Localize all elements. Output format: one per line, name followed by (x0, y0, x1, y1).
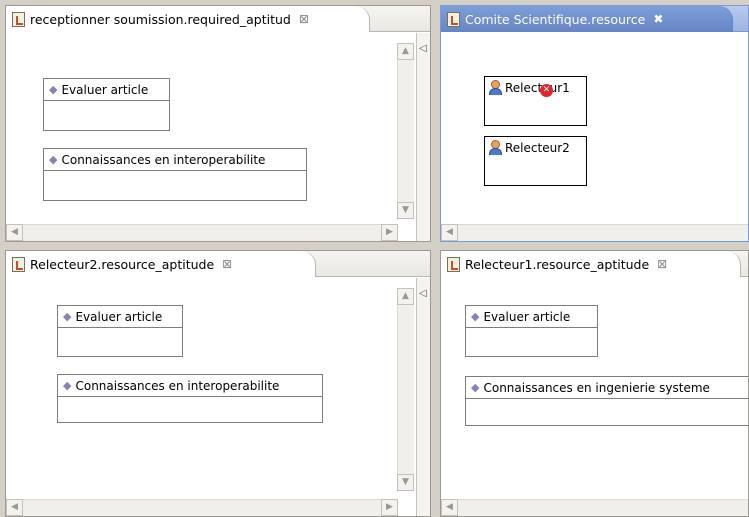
resource-label: Relecteur2 (505, 140, 570, 155)
aptitude-box-connaissances[interactable]: ◆ Connaissances en interoperabilite (57, 374, 323, 423)
diagram-canvas[interactable]: ◆ Evaluer article ◆ Connaissances en ing… (441, 278, 748, 516)
aptitude-box-evaluer-article[interactable]: ◆ Evaluer article (57, 305, 183, 357)
aptitude-label: Connaissances en interoperabilite (75, 378, 280, 393)
tab-label: receptionner soumission.required_aptitud (30, 11, 291, 27)
error-icon: ✕ (540, 84, 553, 97)
close-icon[interactable]: ✖ (653, 12, 663, 26)
aptitude-box-connaissances[interactable]: ◆ Connaissances en ingenierie systeme (465, 376, 748, 426)
side-ruler[interactable]: ◁ (416, 278, 430, 516)
diagram-canvas[interactable]: Relecteur1 ✕ Relecteur2 ◀ (441, 33, 748, 241)
aptitude-box-evaluer-article[interactable]: ◆ Evaluer article (43, 78, 170, 131)
scroll-left-icon[interactable]: ◀ (6, 224, 23, 241)
resource-label: Relecteur1 (505, 80, 570, 95)
person-icon (488, 80, 502, 95)
aptitude-box-header: ◆ Connaissances en interoperabilite (44, 149, 306, 171)
diagram-canvas[interactable]: ◆ Evaluer article ◆ Connaissances en int… (6, 33, 430, 241)
collapse-left-icon[interactable]: ◁ (419, 288, 427, 299)
diamond-icon: ◆ (49, 153, 58, 166)
diamond-icon: ◆ (471, 310, 480, 323)
aptitude-box-connaissances[interactable]: ◆ Connaissances en interoperabilite (43, 148, 307, 201)
diagram-canvas[interactable]: ◆ Evaluer article ◆ Connaissances en int… (6, 278, 430, 516)
close-icon[interactable]: ⊠ (299, 12, 309, 26)
resource-box-relecteur2[interactable]: Relecteur2 (484, 136, 587, 186)
scroll-left-icon[interactable]: ◀ (441, 224, 458, 241)
diagram-file-icon (447, 256, 460, 272)
vertical-scrollbar[interactable]: ▲ ▼ (397, 43, 414, 219)
person-icon (488, 140, 502, 155)
aptitude-box-header: ◆ Evaluer article (58, 306, 182, 328)
collapse-left-icon[interactable]: ◁ (419, 43, 427, 54)
aptitude-label: Connaissances en interoperabilite (61, 152, 266, 167)
editor-pane-relecteur2-aptitude: Relecteur2.resource_aptitude ⊠ ◆ Evaluer… (5, 250, 431, 517)
scroll-right-icon[interactable]: ▶ (381, 224, 398, 241)
horizontal-scrollbar[interactable]: ◀ (441, 499, 748, 516)
diagram-file-icon (12, 11, 25, 27)
aptitude-box-header: ◆ Evaluer article (466, 306, 597, 328)
tab-comite-resource[interactable]: Comite Scientifique.resource ✖ (441, 6, 733, 32)
editor-pane-comite-resource: Comite Scientifique.resource ✖ Relecteur… (440, 5, 749, 242)
tab-strip: Comite Scientifique.resource ✖ (441, 6, 748, 32)
scroll-down-icon[interactable]: ▼ (397, 474, 414, 491)
scroll-up-icon[interactable]: ▲ (397, 288, 414, 305)
tab-label: Comite Scientifique.resource (465, 11, 646, 27)
scroll-left-icon[interactable]: ◀ (441, 499, 458, 516)
scroll-right-icon[interactable]: ▶ (381, 499, 398, 516)
tab-label: Relecteur1.resource_aptitude (465, 256, 650, 272)
side-ruler[interactable]: ◁ (416, 33, 430, 241)
aptitude-label: Evaluer article (483, 309, 571, 324)
tab-strip: receptionner soumission.required_aptitud… (6, 6, 430, 32)
aptitude-label: Evaluer article (61, 82, 149, 97)
diamond-icon: ◆ (63, 379, 72, 392)
tab-required-aptitude[interactable]: receptionner soumission.required_aptitud… (6, 6, 370, 32)
tab-strip: Relecteur1.resource_aptitude ⊠ (441, 251, 748, 277)
horizontal-scrollbar[interactable]: ◀ (441, 224, 748, 241)
aptitude-box-header: ◆ Connaissances en ingenierie systeme (466, 377, 748, 399)
tab-label: Relecteur2.resource_aptitude (30, 256, 215, 272)
close-icon[interactable]: ⊠ (657, 257, 667, 271)
scroll-up-icon[interactable]: ▲ (397, 43, 414, 60)
resource-header: Relecteur2 (485, 137, 586, 155)
horizontal-scrollbar[interactable]: ◀ ▶ (6, 499, 398, 516)
diamond-icon: ◆ (49, 83, 58, 96)
aptitude-label: Connaissances en ingenierie systeme (483, 380, 710, 395)
diagram-file-icon (447, 11, 460, 27)
tab-relecteur2-aptitude[interactable]: Relecteur2.resource_aptitude ⊠ (6, 251, 316, 277)
editor-pane-required-aptitude: receptionner soumission.required_aptitud… (5, 5, 431, 242)
diamond-icon: ◆ (63, 310, 72, 323)
aptitude-box-header: ◆ Connaissances en interoperabilite (58, 375, 322, 397)
diagram-file-icon (12, 256, 25, 272)
tab-strip: Relecteur2.resource_aptitude ⊠ (6, 251, 430, 277)
aptitude-label: Evaluer article (75, 309, 163, 324)
editor-pane-relecteur1-aptitude: Relecteur1.resource_aptitude ⊠ ◆ Evaluer… (440, 250, 749, 517)
resource-header: Relecteur1 (485, 77, 586, 95)
scroll-down-icon[interactable]: ▼ (397, 202, 414, 219)
resource-box-relecteur1[interactable]: Relecteur1 ✕ (484, 76, 587, 126)
aptitude-box-evaluer-article[interactable]: ◆ Evaluer article (465, 305, 598, 357)
tab-relecteur1-aptitude[interactable]: Relecteur1.resource_aptitude ⊠ (441, 251, 741, 277)
vertical-scrollbar[interactable]: ▲ ▼ (397, 288, 414, 491)
horizontal-scrollbar[interactable]: ◀ ▶ (6, 224, 398, 241)
diamond-icon: ◆ (471, 381, 480, 394)
scroll-left-icon[interactable]: ◀ (6, 499, 23, 516)
aptitude-box-header: ◆ Evaluer article (44, 79, 169, 101)
close-icon[interactable]: ⊠ (222, 257, 232, 271)
